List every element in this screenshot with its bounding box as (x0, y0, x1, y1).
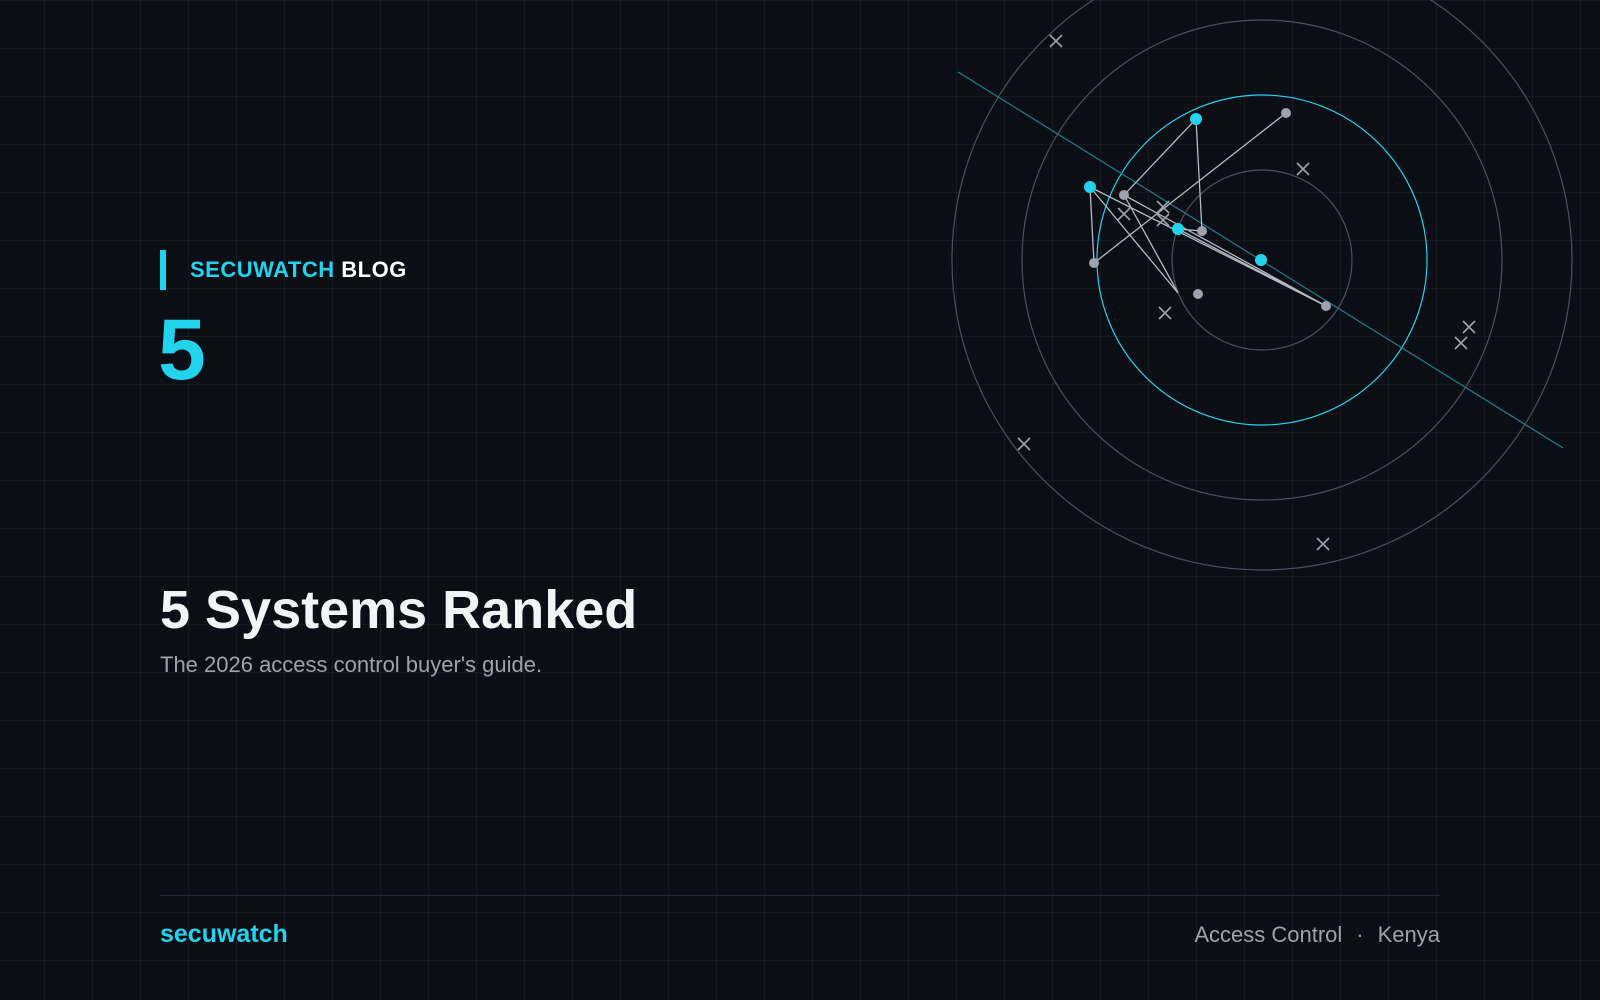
eyebrow-label: SECUWATCH BLOG (190, 257, 407, 283)
radar-marker (1462, 320, 1476, 334)
radar-node-active (1084, 181, 1096, 193)
radar-marker (1156, 200, 1170, 214)
eyebrow-section: BLOG (341, 257, 407, 282)
radar-node (1089, 258, 1099, 268)
radar-marker (1316, 537, 1330, 551)
radar-markers (1017, 34, 1476, 551)
footer-location: Kenya (1377, 922, 1440, 947)
radar-node-active (1255, 254, 1267, 266)
radar-ring-outer (951, 0, 1573, 571)
footer-separator: · (1356, 922, 1364, 947)
radar-marker (1017, 437, 1031, 451)
radar-path (1089, 112, 1327, 307)
radar-graphic (951, 0, 1573, 571)
page-subtitle: The 2026 access control buyer's guide. (160, 652, 543, 677)
radar-marker (1296, 162, 1310, 176)
radar-node-active (1190, 113, 1202, 125)
footer-meta: Access Control · Kenya (1194, 920, 1440, 950)
eyebrow-accent-bar (160, 250, 166, 290)
radar-marker (1117, 207, 1131, 221)
hero-number: 5 (158, 302, 206, 398)
radar-node (1119, 190, 1129, 200)
radar-node (1321, 301, 1331, 311)
radar-node (1281, 108, 1291, 118)
radar-node (1197, 226, 1207, 236)
radar-marker (1158, 306, 1172, 320)
radar-node (1193, 289, 1203, 299)
footer-brand-logo: secuwatch (160, 920, 288, 948)
footer-category: Access Control (1194, 922, 1343, 947)
eyebrow-brand: SECUWATCH (190, 257, 335, 282)
page-title: 5 Systems Ranked (160, 580, 638, 640)
radar-marker (1454, 336, 1468, 350)
footer-divider (160, 895, 1440, 896)
radar-marker (1049, 34, 1063, 48)
blog-eyebrow: SECUWATCH BLOG (160, 250, 407, 290)
radar-node-active (1172, 223, 1184, 235)
